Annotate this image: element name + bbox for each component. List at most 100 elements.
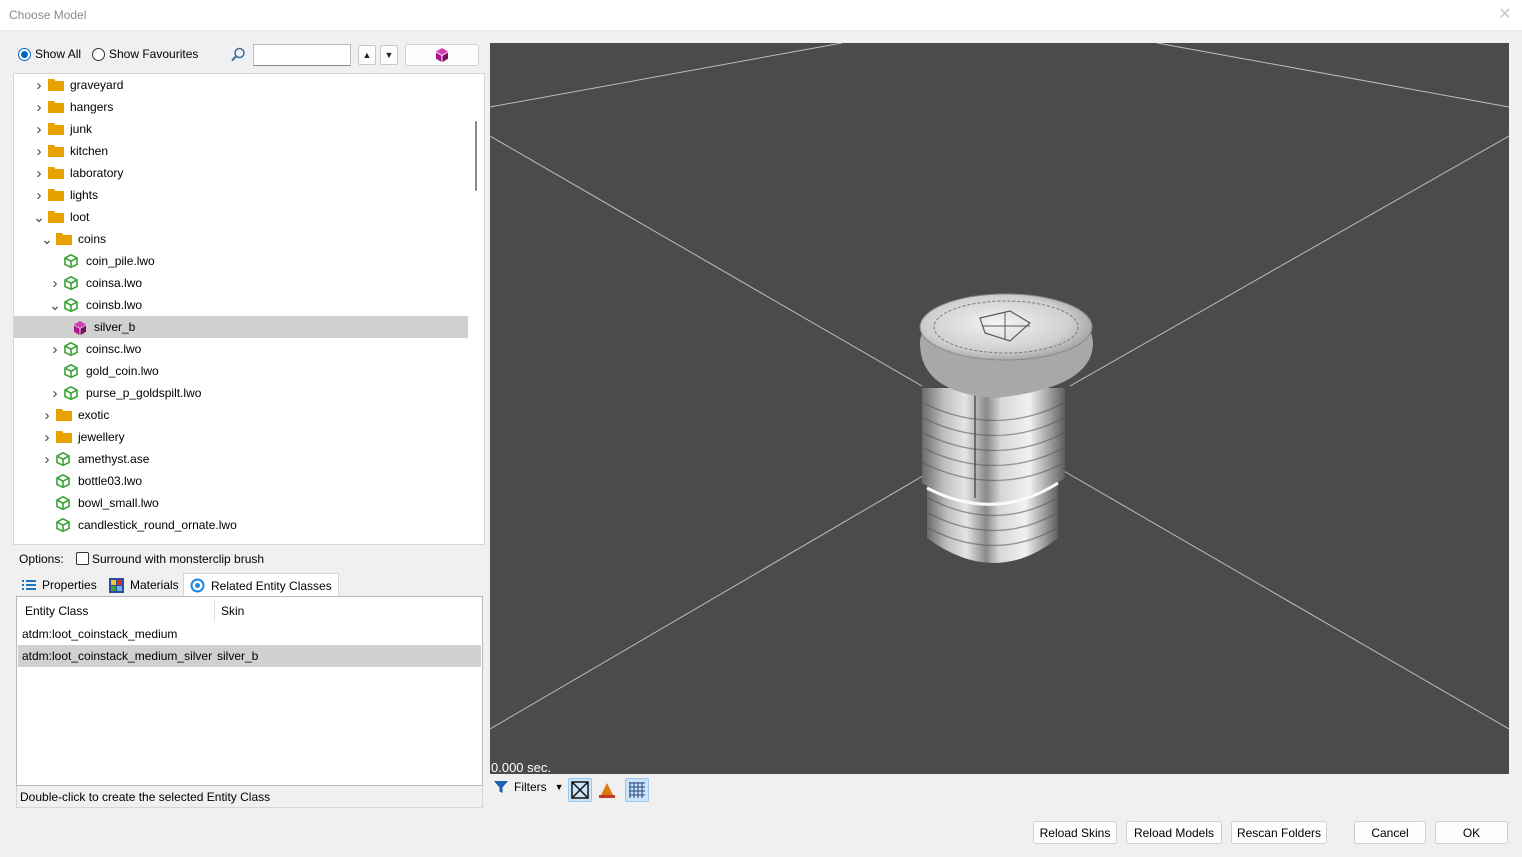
chevron-down-icon: ▼ [554,782,564,792]
tree-item-model[interactable]: › amethyst.ase [14,448,469,470]
tree-item-skin[interactable]: silver_b [14,316,469,338]
chevron-right-icon[interactable]: › [33,187,45,204]
tree-item-model[interactable]: bottle03.lwo [14,470,469,492]
entity-class-cell: atdm:loot_coinstack_medium_silver [22,649,213,663]
model-icon [56,451,72,467]
folder-icon [48,122,64,136]
chevron-right-icon[interactable]: › [33,165,45,182]
tree-item-label: coinsc.lwo [86,342,142,356]
model-icon [56,495,72,511]
model-icon [56,517,72,533]
chevron-right-icon[interactable]: › [33,99,45,116]
show-favourites-radio[interactable]: Show Favourites [92,47,198,61]
tree-item-folder[interactable]: ⌄ loot [14,206,469,228]
tab-properties-label: Properties [42,578,97,592]
chevron-right-icon[interactable]: › [33,121,45,138]
ok-button[interactable]: OK [1435,821,1508,844]
title-bar: Choose Model ✕ [0,0,1522,31]
tree-item-folder[interactable]: ⌄ coins [14,228,469,250]
tree-item-folder[interactable]: › kitchen [14,140,469,162]
skin-cell: silver_b [217,649,259,663]
tree-item-model[interactable]: bowl_small.lwo [14,492,469,514]
window-title: Choose Model [9,8,87,22]
model-icon [64,363,80,379]
entity-class-icon [190,578,205,593]
tree-item-folder[interactable]: › exotic [14,404,469,426]
chevron-right-icon[interactable]: › [49,385,61,402]
monsterclip-checkbox[interactable] [76,552,89,565]
column-header-skin[interactable]: Skin [221,604,244,618]
chevron-right-icon[interactable]: › [41,407,53,424]
chevron-right-icon[interactable]: › [41,451,53,468]
search-prev-button[interactable]: ▲ [358,45,376,65]
tree-item-label: graveyard [70,78,124,92]
model-icon [64,341,80,357]
show-grid-toggle[interactable] [625,778,649,802]
tree-item-label: coinsb.lwo [86,298,143,312]
folder-icon [56,430,72,444]
tab-properties[interactable]: Properties [16,573,103,597]
folder-icon [48,210,64,224]
grid-icon [629,782,645,798]
close-icon[interactable]: ✕ [1496,6,1514,24]
tab-materials[interactable]: Materials [103,573,185,597]
tree-item-model[interactable]: › purse_p_goldspilt.lwo [14,382,469,404]
tree-item-model[interactable]: coin_pile.lwo [14,250,469,272]
folder-icon [56,232,72,246]
tree-item-folder[interactable]: › junk [14,118,469,140]
rescan-folders-button[interactable]: Rescan Folders [1231,821,1327,844]
tree-item-folder[interactable]: › hangers [14,96,469,118]
reload-models-button[interactable]: Reload Models [1126,821,1222,844]
tree-item-label: kitchen [70,144,109,158]
tree-item-model[interactable]: ⌄ coinsb.lwo [14,294,469,316]
show-bounds-toggle[interactable] [568,778,592,802]
cancel-button[interactable]: Cancel [1354,821,1426,844]
favourite-toggle-button[interactable] [405,44,479,66]
tree-item-label: gold_coin.lwo [86,364,159,378]
tree-item-model[interactable]: gold_coin.lwo [14,360,469,382]
tree-item-folder[interactable]: › lights [14,184,469,206]
arrow-down-icon: ▼ [384,50,394,60]
entity-class-table[interactable]: Entity Class Skin atdm:loot_coinstack_me… [16,596,483,786]
reload-skins-button[interactable]: Reload Skins [1033,821,1117,844]
scrollbar-thumb[interactable] [475,121,477,191]
options-label: Options: [19,552,64,566]
render-time: 0.000 sec. [491,760,551,774]
tree-item-model[interactable]: › coinsc.lwo [14,338,469,360]
table-row-selected[interactable]: atdm:loot_coinstack_medium_silver silver… [18,645,481,667]
show-origin-toggle[interactable] [595,778,619,802]
chevron-right-icon[interactable]: › [49,341,61,358]
radio-selected-icon [18,47,31,61]
search-input[interactable] [253,44,351,66]
tab-related-entity-classes[interactable]: Related Entity Classes [183,573,339,597]
table-row[interactable]: atdm:loot_coinstack_medium [18,623,481,645]
arrow-up-icon: ▲ [362,50,372,60]
model-tree[interactable]: candlestick_round_ornate.lwo bowl_small.l… [13,73,485,545]
tree-item-model[interactable]: candlestick_round_ornate.lwo [14,514,469,536]
tree-item-label: candlestick_round_ornate.lwo [78,518,237,532]
model-icon [64,385,80,401]
model-preview-viewport[interactable]: 0.000 sec. [490,43,1509,774]
search-icon [231,47,245,62]
tree-item-model[interactable]: › coinsa.lwo [14,272,469,294]
show-all-radio[interactable]: Show All [18,47,81,61]
tree-item-folder[interactable]: › laboratory [14,162,469,184]
tree-item-label: bowl_small.lwo [78,496,159,510]
column-separator[interactable] [214,599,215,621]
search-next-button[interactable]: ▼ [380,45,398,65]
column-header-entity-class[interactable]: Entity Class [25,604,88,618]
tree-scrollbar[interactable] [468,74,484,544]
model-icon [64,275,80,291]
chevron-right-icon[interactable]: › [33,77,45,94]
chevron-right-icon[interactable]: › [33,143,45,160]
chevron-down-icon[interactable]: ⌄ [49,297,61,313]
chevron-right-icon[interactable]: › [41,429,53,446]
chevron-down-icon[interactable]: ⌄ [33,209,45,225]
tree-item-label: coin_pile.lwo [86,254,155,268]
chevron-down-icon[interactable]: ⌄ [41,231,53,247]
chevron-right-icon[interactable]: › [49,275,61,292]
filter-icon [494,781,508,793]
tree-item-folder[interactable]: › jewellery [14,426,469,448]
tree-item-folder[interactable]: › graveyard [14,74,469,96]
filters-dropdown[interactable]: Filters ▼ [493,779,564,795]
